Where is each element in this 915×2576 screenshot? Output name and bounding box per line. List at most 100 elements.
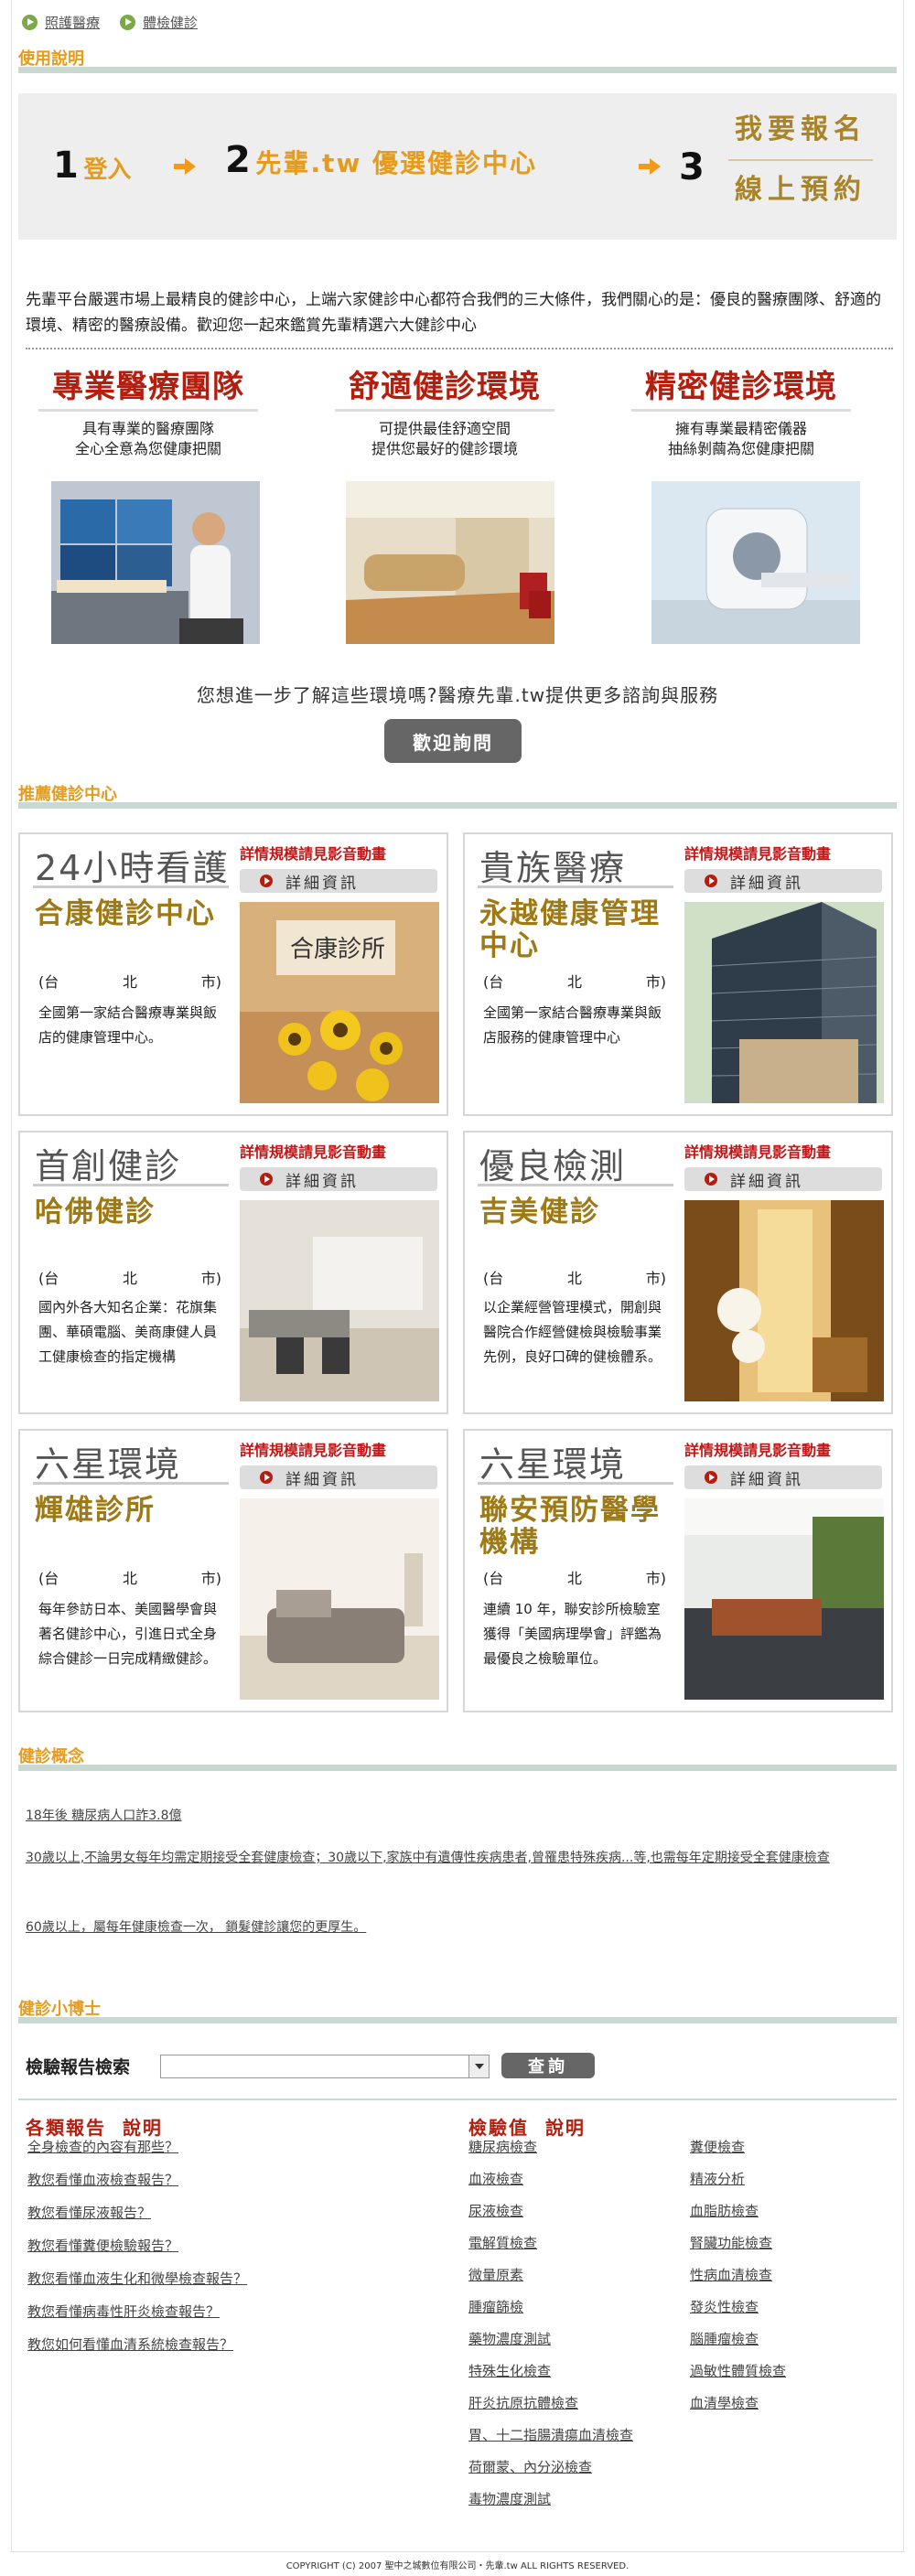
play-icon <box>260 1173 273 1186</box>
clinic-photo: 合康診所 <box>240 902 439 1103</box>
clinic-name: 吉美健診 <box>479 1196 600 1229</box>
search-label: 檢驗報告檢索 <box>26 2056 131 2077</box>
breadcrumb-item-care[interactable]: 照護醫療 <box>22 13 100 32</box>
test-link[interactable]: 微量原素 <box>468 2265 523 2284</box>
detail-button[interactable]: 詳細資訊 <box>684 1167 882 1191</box>
report-link[interactable]: 教您如何看懂血清系統檢查報告？ <box>27 2334 233 2354</box>
concept-link[interactable]: 30歲以上,不論男女每年均需定期接受全套健康檢查；30歲以下,家族中有遺傳性疾病… <box>26 1846 895 1870</box>
detail-button[interactable]: 詳細資訊 <box>240 869 437 893</box>
card-city: (台北市) <box>38 973 221 991</box>
card-category: 首創健診 <box>35 1146 182 1186</box>
test-link[interactable]: 尿液檢查 <box>468 2201 523 2220</box>
reports-heading: 各類報告 說明 <box>26 2117 163 2139</box>
test-link[interactable]: 血清學檢查 <box>690 2393 759 2412</box>
video-link[interactable]: 詳情規模請見影音動畫 <box>240 842 441 864</box>
search-button[interactable]: 查詢 <box>501 2053 595 2078</box>
test-link[interactable]: 特殊生化檢查 <box>468 2361 551 2380</box>
play-icon <box>260 1471 273 1484</box>
test-link[interactable]: 發炎性檢查 <box>690 2297 759 2316</box>
feature-environment: 舒適健診環境可提供最佳舒適空間 提供您最好的健診環境 <box>335 364 554 459</box>
test-link[interactable]: 肝炎抗原抗體檢查 <box>468 2393 578 2412</box>
lobby-photo <box>346 481 554 644</box>
detail-button[interactable]: 詳細資訊 <box>240 1167 437 1191</box>
test-link[interactable]: 腦腫瘤檢查 <box>690 2329 759 2348</box>
report-link[interactable]: 教您看懂尿液報告？ <box>27 2203 151 2222</box>
play-icon <box>705 875 717 887</box>
report-select[interactable] <box>160 2055 490 2078</box>
test-link[interactable]: 荷爾蒙、內分泌檢查 <box>468 2457 592 2476</box>
feature-line: 提供您最好的健診環境 <box>371 440 518 457</box>
feature-line: 可提供最佳舒適空間 <box>378 420 511 437</box>
clinic-card: 24小時看護 合康健診中心 (台北市) 全國第一家結合醫療專業與飯店的健康管理中… <box>18 832 448 1116</box>
steps-banner: 1 登入 2 先輩.tw 優選健診中心 3 我要報名 線上預約 <box>18 93 897 240</box>
section-bar <box>18 802 897 809</box>
test-link[interactable]: 血液檢查 <box>468 2169 523 2188</box>
tips-section-header: 健診小博士 <box>18 1996 897 2023</box>
clinic-photo <box>240 1498 439 1700</box>
divider <box>18 2098 897 2100</box>
feature-equipment: 精密健診環境 擁有專業最精密儀器 抽絲剝繭為您健康把關 <box>631 364 851 459</box>
section-title: 推薦健診中心 <box>18 785 117 804</box>
clinic-card: 首創健診 哈佛健診 (台北市) 國內外各大知名企業：花旗集團、華碩電腦、美商康健… <box>18 1131 448 1414</box>
report-link[interactable]: 教您看懂血液生化和微學檢查報告？ <box>27 2269 247 2288</box>
concept-link[interactable]: 60歲以上，屬每年健康檢查一次， 鎖髮健診讓您的更厚生。 <box>26 1916 895 1939</box>
clinic-card: 貴族醫療 永越健康管理中心 (台北市) 全國第一家結合醫療專業與飯店服務的健康管… <box>463 832 893 1116</box>
test-link[interactable]: 性病血清檢查 <box>690 2265 772 2284</box>
test-link[interactable]: 毒物濃度測試 <box>468 2489 551 2508</box>
card-city: (台北市) <box>483 1570 666 1587</box>
feature-title: 舒適健診環境 <box>335 364 554 412</box>
test-link[interactable]: 過敏性體質檢查 <box>690 2361 786 2380</box>
report-link[interactable]: 全身檢查的內容有那些？ <box>27 2137 178 2156</box>
clinic-card: 六星環境 聯安預防醫學機構 (台北市) 連續 10 年，聯安診所檢驗室獲得「美國… <box>463 1429 893 1712</box>
card-description: 全國第一家結合醫療專業與飯店的健康管理中心。 <box>38 1004 218 1046</box>
section-title: 健診小博士 <box>18 2000 101 2019</box>
tests-heading: 檢驗值 說明 <box>468 2117 586 2139</box>
card-category: 24小時看護 <box>35 848 230 888</box>
ct-scanner-photo <box>651 481 860 644</box>
card-description: 國內外各大知名企業：花旗集團、華碩電腦、美商康健人員工健康檢查的指定機構 <box>38 1299 218 1365</box>
doctor-illustration <box>51 481 260 644</box>
video-link[interactable]: 詳情規模請見影音動畫 <box>684 842 886 864</box>
video-link[interactable]: 詳情規模請見影音動畫 <box>684 1140 886 1162</box>
card-category: 優良檢測 <box>479 1146 627 1186</box>
concepts-section-header: 健診概念 <box>18 1744 897 1771</box>
clinic-photo <box>684 902 884 1103</box>
chevron-down-icon[interactable] <box>468 2055 489 2077</box>
clinic-sign-text: 合康診所 <box>290 936 385 963</box>
question-text: 您想進一步了解這些環境嗎?醫療先輩.tw提供更多諮詢與服務 <box>196 684 719 706</box>
ask-button[interactable]: 歡迎詢問 <box>384 719 522 763</box>
clinic-name: 合康健診中心 <box>35 897 216 930</box>
clinic-name: 輝雄診所 <box>35 1494 156 1527</box>
card-city: (台北市) <box>38 1270 221 1287</box>
feature-line: 抽絲剝繭為您健康把關 <box>667 440 814 457</box>
detail-button[interactable]: 詳細資訊 <box>684 869 882 893</box>
test-link[interactable]: 腫瘤篩檢 <box>468 2297 523 2316</box>
report-link[interactable]: 教您看懂血液檢查報告？ <box>27 2170 178 2189</box>
video-link[interactable]: 詳情規模請見影音動畫 <box>684 1438 886 1460</box>
copyright: COPYRIGHT (C) 2007 聖中之城數位有限公司・先輩.tw ALL … <box>285 2561 630 2571</box>
test-link[interactable]: 電解質檢查 <box>468 2233 537 2252</box>
test-link[interactable]: 血脂肪檢查 <box>690 2201 759 2220</box>
detail-button[interactable]: 詳細資訊 <box>240 1465 437 1489</box>
feature-line: 具有專業的醫療團隊 <box>81 420 214 437</box>
video-link[interactable]: 詳情規模請見影音動畫 <box>240 1438 441 1460</box>
section-title: 使用說明 <box>18 49 84 69</box>
report-link[interactable]: 教您看懂病毒性肝炎檢查報告？ <box>27 2302 220 2321</box>
arrow-circle-icon <box>22 14 38 30</box>
video-link[interactable]: 詳情規模請見影音動畫 <box>240 1140 441 1162</box>
clinic-photo <box>684 1498 884 1700</box>
test-link[interactable]: 精液分析 <box>690 2169 745 2188</box>
detail-button[interactable]: 詳細資訊 <box>684 1465 882 1489</box>
page: 照護醫療 體檢健診 使用說明 1 登入 2 先輩.tw 優選健診中心 3 我要報… <box>0 0 915 2576</box>
test-link[interactable]: 藥物濃度測試 <box>468 2329 551 2348</box>
report-link[interactable]: 教您看懂糞便檢驗報告？ <box>27 2236 178 2255</box>
card-description: 以企業經營管理模式，開創與醫院合作經營健檢與檢驗事業先例，良好口碑的健檢體系。 <box>483 1299 662 1365</box>
concept-link[interactable]: 18年後 糖尿病人口詐3.8億 <box>26 1804 895 1828</box>
breadcrumb-item-checkup[interactable]: 體檢健診 <box>120 13 198 32</box>
clinic-name: 哈佛健診 <box>35 1196 156 1229</box>
test-link[interactable]: 腎臟功能檢查 <box>690 2233 772 2252</box>
play-icon <box>705 1173 717 1186</box>
test-link[interactable]: 胃、十二指腸潰瘍血清檢查 <box>468 2425 633 2444</box>
test-link[interactable]: 糖尿病檢查 <box>468 2137 537 2156</box>
test-link[interactable]: 糞便檢查 <box>690 2137 745 2156</box>
